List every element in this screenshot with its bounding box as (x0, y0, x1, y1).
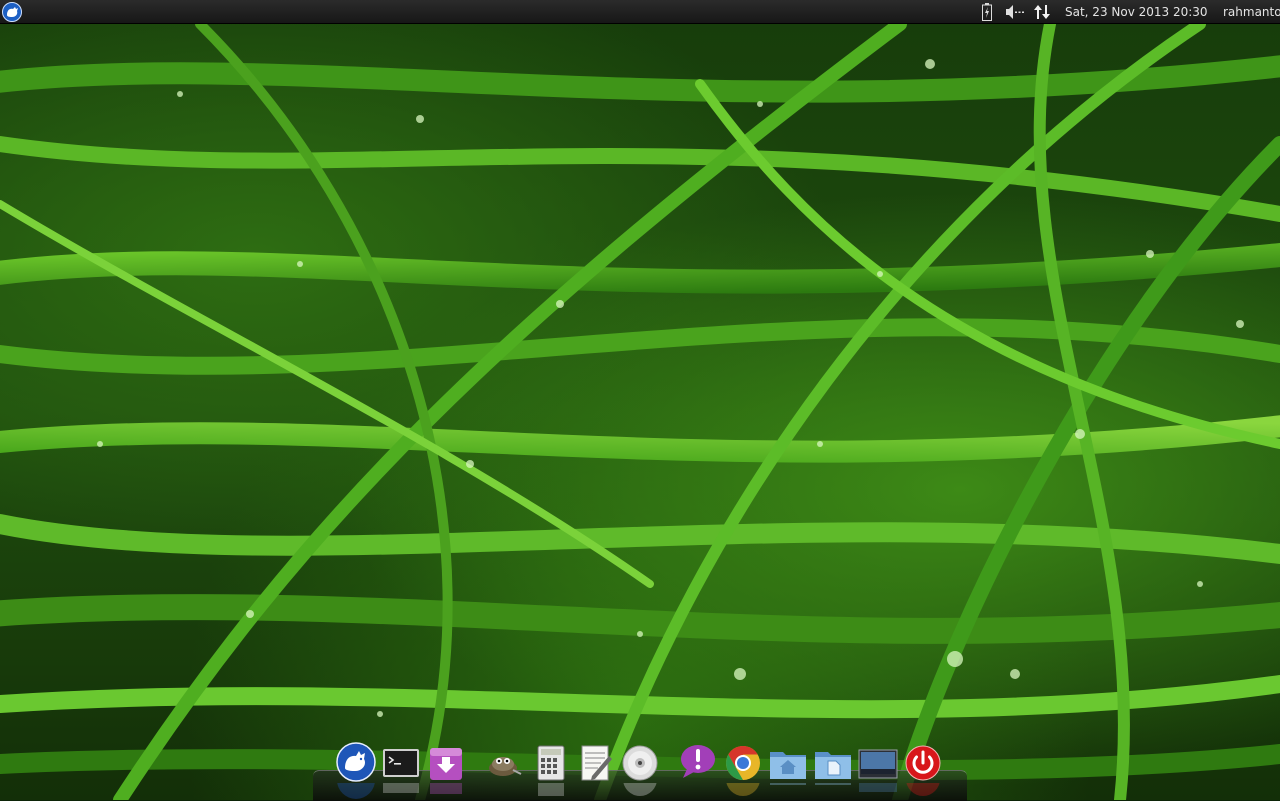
dock-reflection (903, 783, 943, 800)
network-icon[interactable] (1033, 0, 1051, 24)
dock-item-terminal[interactable] (381, 742, 421, 782)
dock-item-home-folder[interactable] (768, 742, 808, 782)
dock-item-download-manager[interactable] (426, 742, 466, 782)
dock-reflection (813, 783, 853, 800)
dock-item-shutdown[interactable] (903, 742, 943, 782)
dock-reflection (768, 783, 808, 800)
dock-item-text-editor[interactable] (576, 742, 616, 782)
dock-reflection (531, 783, 571, 800)
power-icon (905, 745, 941, 781)
dock-reflection (381, 783, 421, 800)
gimp-icon (489, 757, 522, 776)
grass-wallpaper-image (0, 24, 1280, 800)
dock-reflection (336, 783, 376, 800)
dock-item-messaging[interactable] (677, 742, 717, 782)
documents-folder-icon (815, 752, 851, 779)
download-icon (430, 748, 462, 780)
desktop-icon (858, 749, 898, 779)
applications-menu-button[interactable] (2, 2, 22, 22)
dock-item-gimp[interactable] (483, 742, 523, 782)
top-panel: Sat, 23 Nov 2013 20:30 rahmanto (0, 0, 1280, 24)
disc-icon (622, 745, 658, 781)
dock-item-calculator[interactable] (531, 742, 571, 782)
volume-icon[interactable] (1004, 0, 1026, 24)
dock-reflection (426, 783, 466, 800)
dock-item-show-desktop[interactable] (858, 742, 898, 782)
terminal-icon (383, 749, 419, 777)
dock-item-xfce-menu[interactable] (336, 742, 376, 782)
desktop-wallpaper (0, 24, 1280, 800)
xfce-mouse-icon (7, 7, 18, 17)
battery-icon[interactable] (982, 3, 992, 21)
dock (313, 740, 967, 801)
dock-reflection (620, 783, 660, 800)
home-folder-icon (770, 752, 806, 779)
dock-item-chrome[interactable] (723, 742, 763, 782)
username-label[interactable]: rahmanto (1223, 0, 1280, 24)
text-editor-icon (581, 745, 612, 781)
chrome-icon (726, 746, 760, 780)
dock-reflection (858, 783, 898, 800)
dock-item-disc-burner[interactable] (620, 742, 660, 782)
xfce-mouse-icon (336, 742, 376, 782)
clock[interactable]: Sat, 23 Nov 2013 20:30 (1065, 0, 1208, 24)
dock-reflection (723, 783, 763, 800)
dock-item-documents-folder[interactable] (813, 742, 853, 782)
calculator-icon (537, 745, 565, 781)
chat-bubble-icon (681, 745, 715, 778)
